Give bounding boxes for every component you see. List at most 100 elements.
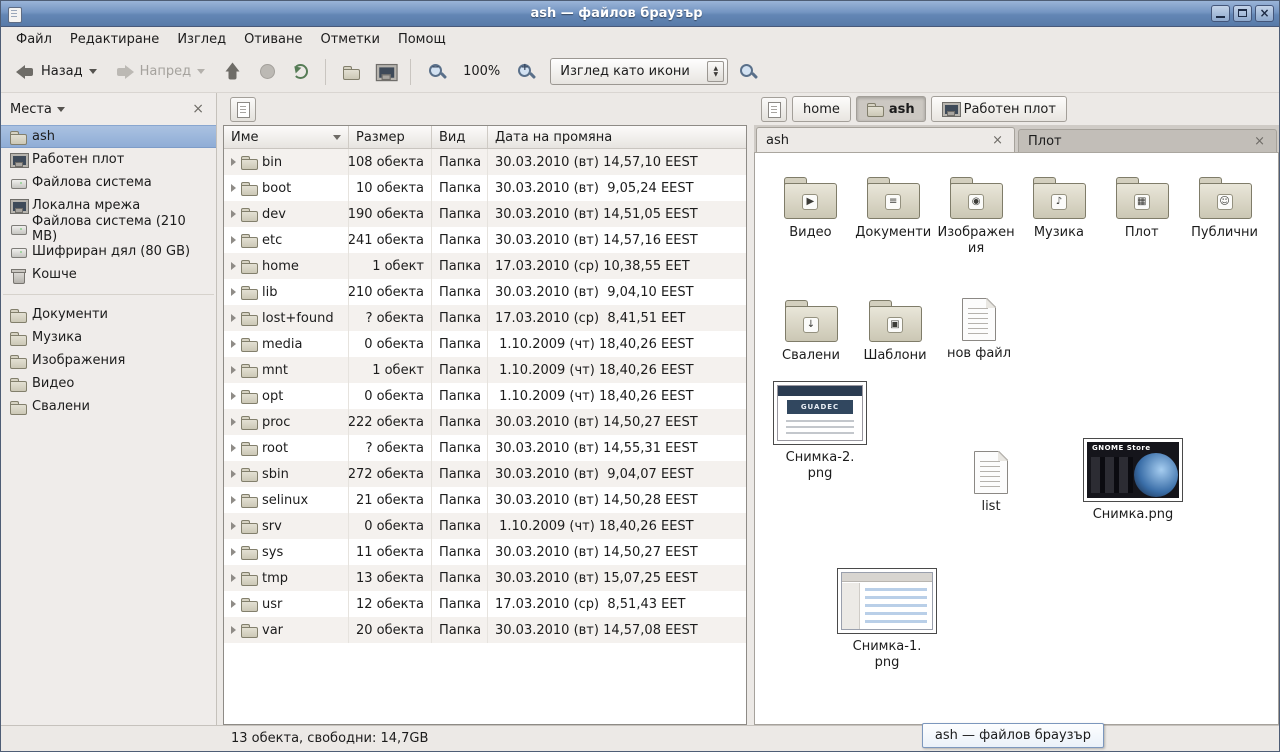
tree-row-usr[interactable]: usr12 обектаПапка17.03.2010 (ср) 8,51,43…	[224, 591, 746, 617]
expander-icon[interactable]	[231, 574, 236, 582]
tab-close-icon[interactable]: ×	[990, 133, 1005, 148]
column-header-type[interactable]: Вид	[432, 126, 488, 148]
maximize-button[interactable]	[1233, 5, 1252, 22]
file-item-music[interactable]: ♪Музика	[1017, 175, 1100, 241]
expander-icon[interactable]	[231, 444, 236, 452]
zoom-out-button[interactable]: −	[421, 58, 453, 86]
tree-row-dev[interactable]: dev190 обектаПапка30.03.2010 (вт) 14,51,…	[224, 201, 746, 227]
tree-row-bin[interactable]: bin108 обектаПапка30.03.2010 (вт) 14,57,…	[224, 149, 746, 175]
tree-row-proc[interactable]: proc222 обектаПапка30.03.2010 (вт) 14,50…	[224, 409, 746, 435]
tree-row-tmp[interactable]: tmp13 обектаПапка30.03.2010 (вт) 15,07,2…	[224, 565, 746, 591]
column-header-size[interactable]: Размер	[349, 126, 432, 148]
column-header-name[interactable]: Име	[224, 126, 349, 148]
menu-file[interactable]: Файл	[7, 29, 61, 50]
tab-close-icon[interactable]: ×	[1252, 134, 1267, 149]
expander-icon[interactable]	[231, 184, 236, 192]
tree-row-opt[interactable]: opt0 обектаПапка 1.10.2009 (чт) 18,40,26…	[224, 383, 746, 409]
expander-icon[interactable]	[231, 470, 236, 478]
expander-icon[interactable]	[231, 600, 236, 608]
file-item-snimka[interactable]: GNOME StoreСнимка.png	[1071, 438, 1195, 523]
reload-button[interactable]	[286, 59, 315, 84]
search-button[interactable]	[732, 58, 764, 86]
location-toggle-button[interactable]	[230, 97, 256, 122]
sidebar-item-desktop[interactable]: Работен плот	[1, 148, 216, 171]
view-mode-select[interactable]: Изглед като икони ▲▼	[550, 58, 728, 85]
menu-edit[interactable]: Редактиране	[61, 29, 168, 50]
expander-icon[interactable]	[231, 626, 236, 634]
path-button-desktop[interactable]: Работен плот	[931, 96, 1067, 122]
expander-icon[interactable]	[231, 392, 236, 400]
file-item-pictures[interactable]: ◉Изображения	[935, 175, 1018, 256]
menu-bookmarks[interactable]: Отметки	[311, 29, 388, 50]
minimize-button[interactable]	[1211, 5, 1230, 22]
expander-icon[interactable]	[231, 496, 236, 504]
tree-row-home[interactable]: home1 обектПапка17.03.2010 (ср) 10,38,55…	[224, 253, 746, 279]
tree-row-sys[interactable]: sys11 обектаПапка30.03.2010 (вт) 14,50,2…	[224, 539, 746, 565]
home-button[interactable]	[336, 59, 366, 85]
expander-icon[interactable]	[231, 262, 236, 270]
sidebar-item-encrypted-80gb[interactable]: Шифриран дял (80 GB)	[1, 240, 216, 263]
file-item-video[interactable]: ▶Видео	[769, 175, 852, 241]
back-history-dropdown-icon[interactable]	[89, 69, 97, 74]
sidebar-item-documents[interactable]: Документи	[1, 303, 216, 326]
sidebar-item-music[interactable]: Музика	[1, 326, 216, 349]
tree-row-selinux[interactable]: selinux21 обектаПапка30.03.2010 (вт) 14,…	[224, 487, 746, 513]
expander-icon[interactable]	[231, 340, 236, 348]
sidebar-item-downloads[interactable]: Свалени	[1, 395, 216, 418]
file-item-snimka-1[interactable]: Снимка-1.png	[832, 568, 942, 670]
tree-row-etc[interactable]: etc241 обектаПапка30.03.2010 (вт) 14,57,…	[224, 227, 746, 253]
file-item-public[interactable]: ☺Публични	[1183, 175, 1266, 241]
path-button-home[interactable]: home	[792, 96, 851, 122]
file-item-templates[interactable]: ▣Шаблони	[853, 298, 937, 364]
computer-button[interactable]	[370, 59, 400, 85]
expander-icon[interactable]	[231, 210, 236, 218]
expander-icon[interactable]	[231, 236, 236, 244]
titlebar[interactable]: ash — файлов браузър ×	[1, 1, 1279, 27]
tree-row-lib[interactable]: lib210 обектаПапка30.03.2010 (вт) 9,04,1…	[224, 279, 746, 305]
stop-button[interactable]	[253, 59, 282, 84]
sidebar-item-pictures[interactable]: Изображения	[1, 349, 216, 372]
icon-view[interactable]: ▶Видео≡Документи◉Изображения♪Музика▦Плот…	[754, 153, 1279, 725]
sidebar-close-button[interactable]: ×	[189, 101, 207, 117]
close-button[interactable]: ×	[1255, 5, 1274, 22]
file-item-snimka-2[interactable]: GUADECСнимка-2.png	[765, 381, 875, 481]
sidebar-item-filesystem[interactable]: Файлова система	[1, 171, 216, 194]
sidebar-item-video[interactable]: Видео	[1, 372, 216, 395]
file-item-list[interactable]: list	[956, 451, 1026, 515]
file-item-documents[interactable]: ≡Документи	[852, 175, 935, 241]
tab-desktop[interactable]: Плот×	[1018, 129, 1277, 152]
expander-icon[interactable]	[231, 366, 236, 374]
tree-row-lost+found[interactable]: lost+found? обектаПапка17.03.2010 (ср) 8…	[224, 305, 746, 331]
expander-icon[interactable]	[231, 522, 236, 530]
tree-row-sbin[interactable]: sbin272 обектаПапка30.03.2010 (вт) 9,04,…	[224, 461, 746, 487]
tree-row-var[interactable]: var20 обектаПапка30.03.2010 (вт) 14,57,0…	[224, 617, 746, 643]
sort-dropdown-icon[interactable]	[333, 135, 341, 140]
sidebar-item-ash[interactable]: ash	[1, 125, 216, 148]
expander-icon[interactable]	[231, 548, 236, 556]
expander-icon[interactable]	[231, 418, 236, 426]
expander-icon[interactable]	[231, 314, 236, 322]
path-button-ash[interactable]: ash	[856, 96, 926, 122]
file-item-desktop[interactable]: ▦Плот	[1100, 175, 1183, 241]
up-button[interactable]	[216, 59, 249, 85]
location-toggle-button-2[interactable]	[761, 97, 787, 122]
view-mode-spinner-icon[interactable]: ▲▼	[707, 61, 724, 82]
column-header-date[interactable]: Дата на промяна	[488, 126, 746, 148]
tree-row-root[interactable]: root? обектаПапка30.03.2010 (вт) 14,55,3…	[224, 435, 746, 461]
expander-icon[interactable]	[231, 158, 236, 166]
tree-row-srv[interactable]: srv0 обектаПапка 1.10.2009 (чт) 18,40,26…	[224, 513, 746, 539]
menu-view[interactable]: Изглед	[168, 29, 235, 50]
sidebar-item-filesystem-210mb[interactable]: Файлова система (210 MB)	[1, 217, 216, 240]
tree-row-mnt[interactable]: mnt1 обектПапка 1.10.2009 (чт) 18,40,26 …	[224, 357, 746, 383]
sidebar-title-dropdown-icon[interactable]	[57, 107, 65, 112]
zoom-in-button[interactable]: +	[510, 58, 542, 86]
menu-help[interactable]: Помощ	[389, 29, 455, 50]
tree-row-boot[interactable]: boot10 обектаПапка30.03.2010 (вт) 9,05,2…	[224, 175, 746, 201]
menu-go[interactable]: Отиване	[235, 29, 311, 50]
tab-ash[interactable]: ash×	[756, 127, 1015, 152]
tree-row-media[interactable]: media0 обектаПапка 1.10.2009 (чт) 18,40,…	[224, 331, 746, 357]
expander-icon[interactable]	[231, 288, 236, 296]
sidebar-item-trash[interactable]: Кошче	[1, 263, 216, 286]
file-item-downloads[interactable]: ↓Свалени	[769, 298, 853, 364]
sidebar-title[interactable]: Места	[10, 102, 52, 117]
